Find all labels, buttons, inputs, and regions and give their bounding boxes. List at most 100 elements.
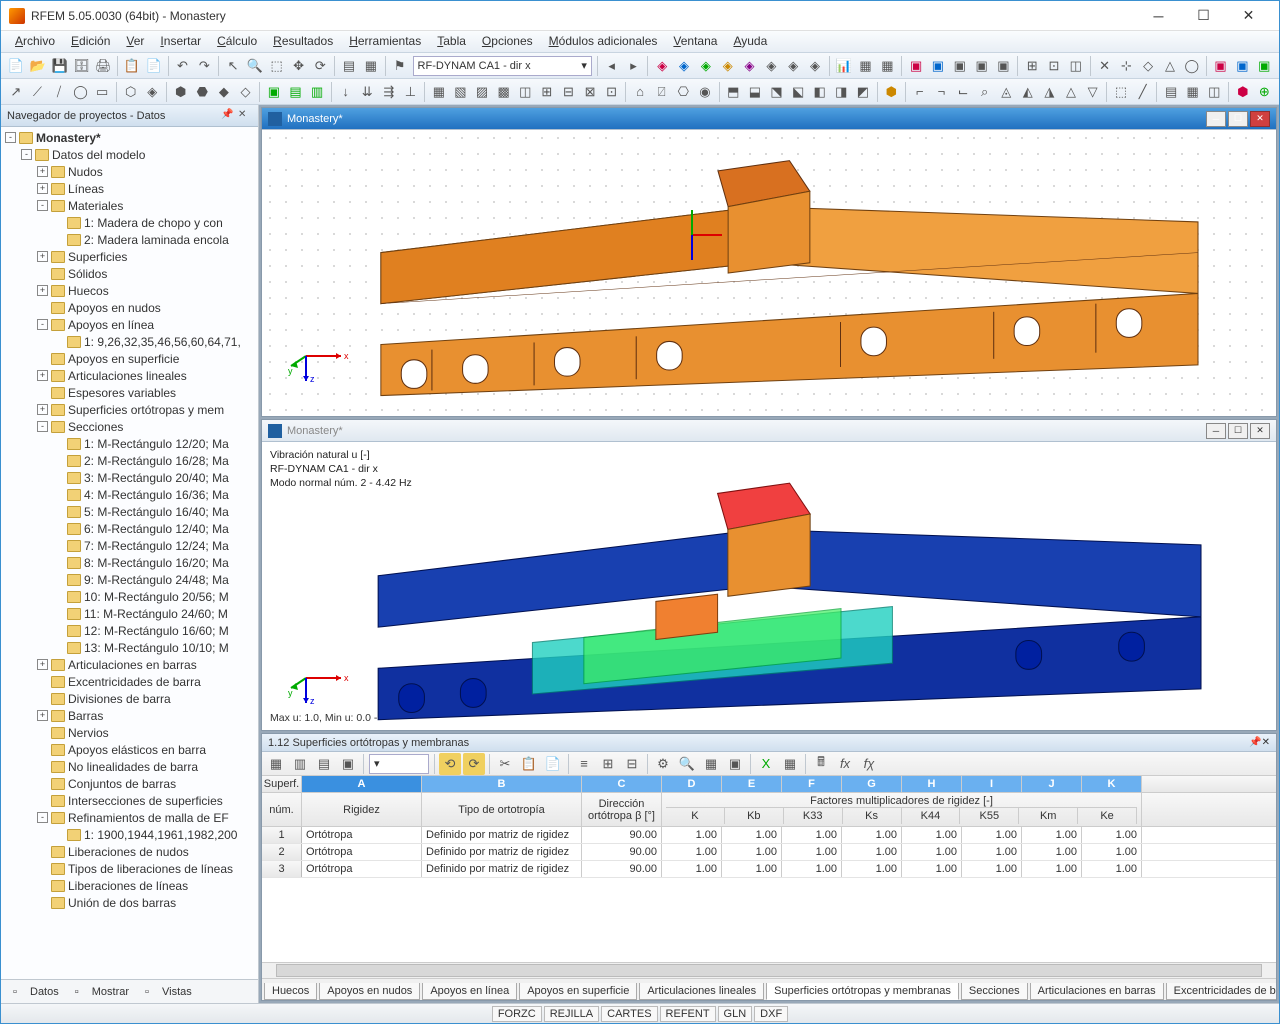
tree-node[interactable]: +Líneas bbox=[1, 180, 258, 197]
tree-node[interactable]: Excentricidades de barra bbox=[1, 673, 258, 690]
first-icon[interactable]: ◂ bbox=[602, 55, 622, 77]
c3-icon[interactable]: ▨ bbox=[472, 81, 492, 103]
table-icon[interactable]: ▦ bbox=[361, 55, 381, 77]
v1-icon[interactable]: ⌂ bbox=[630, 81, 650, 103]
opt2-icon[interactable]: ▣ bbox=[1232, 55, 1252, 77]
c6-icon[interactable]: ⊞ bbox=[537, 81, 557, 103]
tree-node[interactable]: 2: M-Rectángulo 16/28; Ma bbox=[1, 452, 258, 469]
dt-fx-icon[interactable]: fx bbox=[834, 753, 856, 775]
mod1-icon[interactable]: ▣ bbox=[906, 55, 926, 77]
data-tab[interactable]: Articulaciones en barras bbox=[1030, 983, 1164, 1000]
mdi-min-button[interactable]: ─ bbox=[1206, 111, 1226, 127]
tree-node[interactable]: 13: M-Rectángulo 10/10; M bbox=[1, 639, 258, 656]
new-icon[interactable]: 📄 bbox=[6, 55, 26, 77]
g12-icon[interactable]: ▤ bbox=[1161, 81, 1181, 103]
panel-close-icon[interactable]: ✕ bbox=[1262, 737, 1270, 748]
mdi-close-button[interactable]: ✕ bbox=[1250, 423, 1270, 439]
c9-icon[interactable]: ⊡ bbox=[602, 81, 622, 103]
panel-pin-icon[interactable]: 📌 bbox=[1249, 737, 1261, 748]
tree-node[interactable]: 4: M-Rectángulo 16/36; Ma bbox=[1, 486, 258, 503]
dt-calc-icon[interactable]: 🖩 bbox=[810, 753, 832, 775]
result4-icon[interactable]: ◈ bbox=[718, 55, 738, 77]
mod3-icon[interactable]: ▣ bbox=[950, 55, 970, 77]
tree-node[interactable]: -Refinamientos de malla de EF bbox=[1, 809, 258, 826]
menu-item[interactable]: Ver bbox=[118, 31, 152, 52]
menu-item[interactable]: Módulos adicionales bbox=[541, 31, 666, 52]
g10-icon[interactable]: ⬚ bbox=[1111, 81, 1131, 103]
tree-node[interactable]: +Superficies bbox=[1, 248, 258, 265]
data-tab[interactable]: Huecos bbox=[264, 983, 317, 1000]
zoom-win-icon[interactable]: ⬚ bbox=[267, 55, 287, 77]
chart1-icon[interactable]: 📊 bbox=[834, 55, 854, 77]
dt-combo[interactable]: ▾ bbox=[369, 754, 429, 774]
l1-icon[interactable]: ↓ bbox=[336, 81, 356, 103]
result5-icon[interactable]: ◈ bbox=[740, 55, 760, 77]
p6-icon[interactable]: ◨ bbox=[832, 81, 852, 103]
mdi-max-button[interactable]: ☐ bbox=[1228, 111, 1248, 127]
data-tab[interactable]: Secciones bbox=[961, 983, 1028, 1000]
result3-icon[interactable]: ◈ bbox=[696, 55, 716, 77]
tree-node[interactable]: +Huecos bbox=[1, 282, 258, 299]
paste-icon[interactable]: 📄 bbox=[144, 55, 164, 77]
g6-icon[interactable]: ◭ bbox=[1018, 81, 1038, 103]
menu-item[interactable]: Archivo bbox=[7, 31, 63, 52]
dt5-icon[interactable]: ⟲ bbox=[439, 753, 461, 775]
c5-icon[interactable]: ◫ bbox=[515, 81, 535, 103]
data-tab[interactable]: Apoyos en línea bbox=[422, 983, 517, 1000]
g4-icon[interactable]: ⌕ bbox=[975, 81, 995, 103]
status-item[interactable]: GLN bbox=[718, 1006, 753, 1022]
opt3-icon[interactable]: ▣ bbox=[1254, 55, 1274, 77]
minimize-button[interactable]: ─ bbox=[1136, 2, 1181, 30]
tree-node[interactable]: +Barras bbox=[1, 707, 258, 724]
view2-icon[interactable]: ⊡ bbox=[1044, 55, 1064, 77]
maximize-button[interactable]: ☐ bbox=[1181, 2, 1226, 30]
tree-node[interactable]: +Articulaciones lineales bbox=[1, 367, 258, 384]
mod4-icon[interactable]: ▣ bbox=[972, 55, 992, 77]
g8-icon[interactable]: △ bbox=[1061, 81, 1081, 103]
p7-icon[interactable]: ◩ bbox=[853, 81, 873, 103]
snap1-icon[interactable]: ✕ bbox=[1095, 55, 1115, 77]
dt-fx2-icon[interactable]: fχ bbox=[858, 753, 880, 775]
dt8-icon[interactable]: 📋 bbox=[518, 753, 540, 775]
tree-node[interactable]: No linealidades de barra bbox=[1, 758, 258, 775]
status-item[interactable]: CARTES bbox=[601, 1006, 657, 1022]
data-tab[interactable]: Superficies ortótropas y membranas bbox=[766, 983, 959, 1000]
status-item[interactable]: REJILLA bbox=[544, 1006, 599, 1022]
grid-hscroll[interactable] bbox=[262, 962, 1276, 978]
table-row[interactable]: 1OrtótropaDefinido por matriz de rigidez… bbox=[262, 827, 1276, 844]
draw7-icon[interactable]: ◈ bbox=[142, 81, 162, 103]
menu-item[interactable]: Edición bbox=[63, 31, 118, 52]
tree-node[interactable]: +Superficies ortótropas y mem bbox=[1, 401, 258, 418]
result6-icon[interactable]: ◈ bbox=[761, 55, 781, 77]
pan-icon[interactable]: ✥ bbox=[289, 55, 309, 77]
mod2-icon[interactable]: ▣ bbox=[928, 55, 948, 77]
v4-icon[interactable]: ◉ bbox=[695, 81, 715, 103]
snap2-icon[interactable]: ⊹ bbox=[1116, 55, 1136, 77]
pointer-icon[interactable]: ↖ bbox=[223, 55, 243, 77]
tree-node[interactable]: -Secciones bbox=[1, 418, 258, 435]
result8-icon[interactable]: ◈ bbox=[805, 55, 825, 77]
viewport-top[interactable]: x y z bbox=[262, 130, 1276, 416]
mdi-min-button[interactable]: ─ bbox=[1206, 423, 1226, 439]
s3-icon[interactable]: ▥ bbox=[307, 81, 327, 103]
menu-item[interactable]: Opciones bbox=[474, 31, 541, 52]
data-tab[interactable]: Apoyos en superficie bbox=[519, 983, 637, 1000]
menu-item[interactable]: Ayuda bbox=[725, 31, 775, 52]
c1-icon[interactable]: ▦ bbox=[429, 81, 449, 103]
close-button[interactable]: ✕ bbox=[1226, 2, 1271, 30]
nav-close-icon[interactable]: ✕ bbox=[238, 109, 252, 123]
snap4-icon[interactable]: △ bbox=[1160, 55, 1180, 77]
dt7-icon[interactable]: ✂ bbox=[494, 753, 516, 775]
rotate-icon[interactable]: ⟳ bbox=[310, 55, 330, 77]
data-tab[interactable]: Apoyos en nudos bbox=[319, 983, 420, 1000]
print-icon[interactable]: 🖨 bbox=[93, 55, 113, 77]
c8-icon[interactable]: ⊠ bbox=[580, 81, 600, 103]
s1-icon[interactable]: ▣ bbox=[264, 81, 284, 103]
status-item[interactable]: DXF bbox=[754, 1006, 788, 1022]
tree-node[interactable]: -Datos del modelo bbox=[1, 146, 258, 163]
g13-icon[interactable]: ▦ bbox=[1183, 81, 1203, 103]
dt17-icon[interactable]: ▦ bbox=[779, 753, 801, 775]
v3-icon[interactable]: ⎔ bbox=[673, 81, 693, 103]
g5-icon[interactable]: ◬ bbox=[996, 81, 1016, 103]
tree-node[interactable]: +Nudos bbox=[1, 163, 258, 180]
